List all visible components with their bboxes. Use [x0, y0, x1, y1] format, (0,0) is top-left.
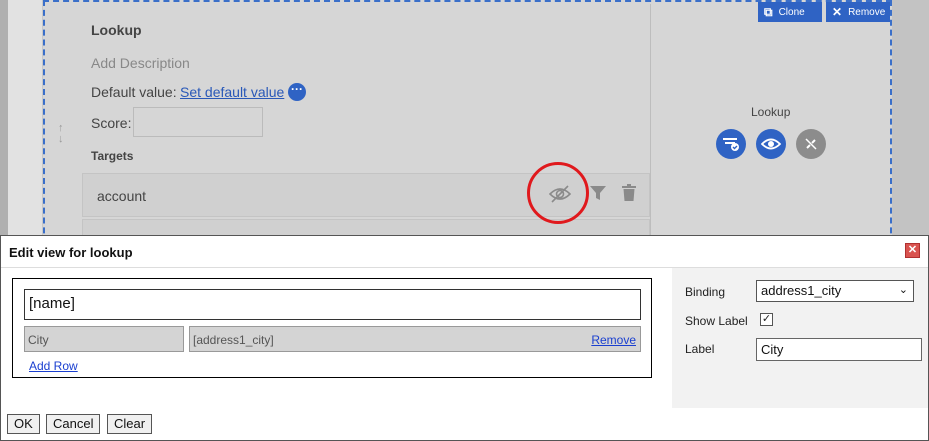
clone-button[interactable]: ⧉ Clone	[758, 2, 822, 22]
remove-button[interactable]: ✕ Remove	[826, 2, 890, 22]
trash-icon[interactable]	[622, 184, 636, 205]
more-options-icon[interactable]: ···	[288, 83, 306, 101]
dialog-title: Edit view for lookup	[9, 245, 133, 260]
no-link-icon[interactable]	[796, 129, 826, 159]
row-label-cell[interactable]: City	[24, 326, 184, 352]
properties-panel: Binding address1_city ⌄ Show Label ✓ Lab…	[672, 268, 928, 408]
score-label: Score:	[91, 115, 132, 131]
set-default-value-link[interactable]: Set default value	[180, 84, 284, 100]
targets-label: Targets	[91, 149, 134, 163]
clear-button[interactable]: Clear	[107, 414, 153, 434]
target-name: account	[97, 188, 147, 204]
clone-icon: ⧉	[764, 4, 773, 19]
cancel-button[interactable]: Cancel	[46, 414, 101, 434]
preview-label: Lookup	[751, 105, 791, 119]
name-field[interactable]: [name]	[24, 289, 641, 320]
field-title: Lookup	[91, 22, 142, 38]
filter-icon[interactable]	[589, 184, 607, 205]
clone-label: Clone	[778, 6, 805, 18]
eye-icon[interactable]	[756, 129, 786, 159]
show-label-label: Show Label	[685, 314, 748, 328]
add-row-link[interactable]: Add Row	[29, 359, 78, 373]
default-value-label: Default value:	[91, 84, 177, 100]
binding-select[interactable]: address1_city ⌄	[756, 280, 914, 302]
remove-label: Remove	[848, 6, 886, 18]
checkmark-icon: ✓	[761, 313, 772, 325]
add-description-link[interactable]: Add Description	[91, 55, 190, 71]
label-input[interactable]: City	[756, 338, 922, 361]
row-binding-cell[interactable]: [address1_city] Remove	[189, 326, 641, 352]
binding-value: address1_city	[761, 283, 842, 298]
filter-check-icon[interactable]	[716, 129, 746, 159]
label-label: Label	[685, 342, 715, 356]
binding-label: Binding	[685, 285, 726, 299]
row-binding-text: [address1_city]	[193, 333, 274, 347]
ok-button[interactable]: OK	[7, 414, 40, 434]
row-remove-link[interactable]: Remove	[591, 333, 636, 347]
column-divider	[650, 4, 651, 236]
highlight-circle	[527, 162, 589, 224]
score-input[interactable]	[133, 107, 263, 137]
dialog-header: Edit view for lookup ✕	[1, 236, 928, 268]
view-editor: [name] City [address1_city] Remove Add R…	[12, 278, 652, 378]
show-label-checkbox[interactable]: ✓	[760, 313, 773, 326]
move-arrows-icon[interactable]: ↑ ↓	[58, 123, 64, 145]
close-icon: ✕	[832, 5, 843, 19]
chevron-down-icon: ⌄	[898, 284, 908, 296]
edit-view-dialog: Edit view for lookup ✕ [name] City [addr…	[0, 235, 929, 441]
close-icon[interactable]: ✕	[905, 243, 920, 258]
